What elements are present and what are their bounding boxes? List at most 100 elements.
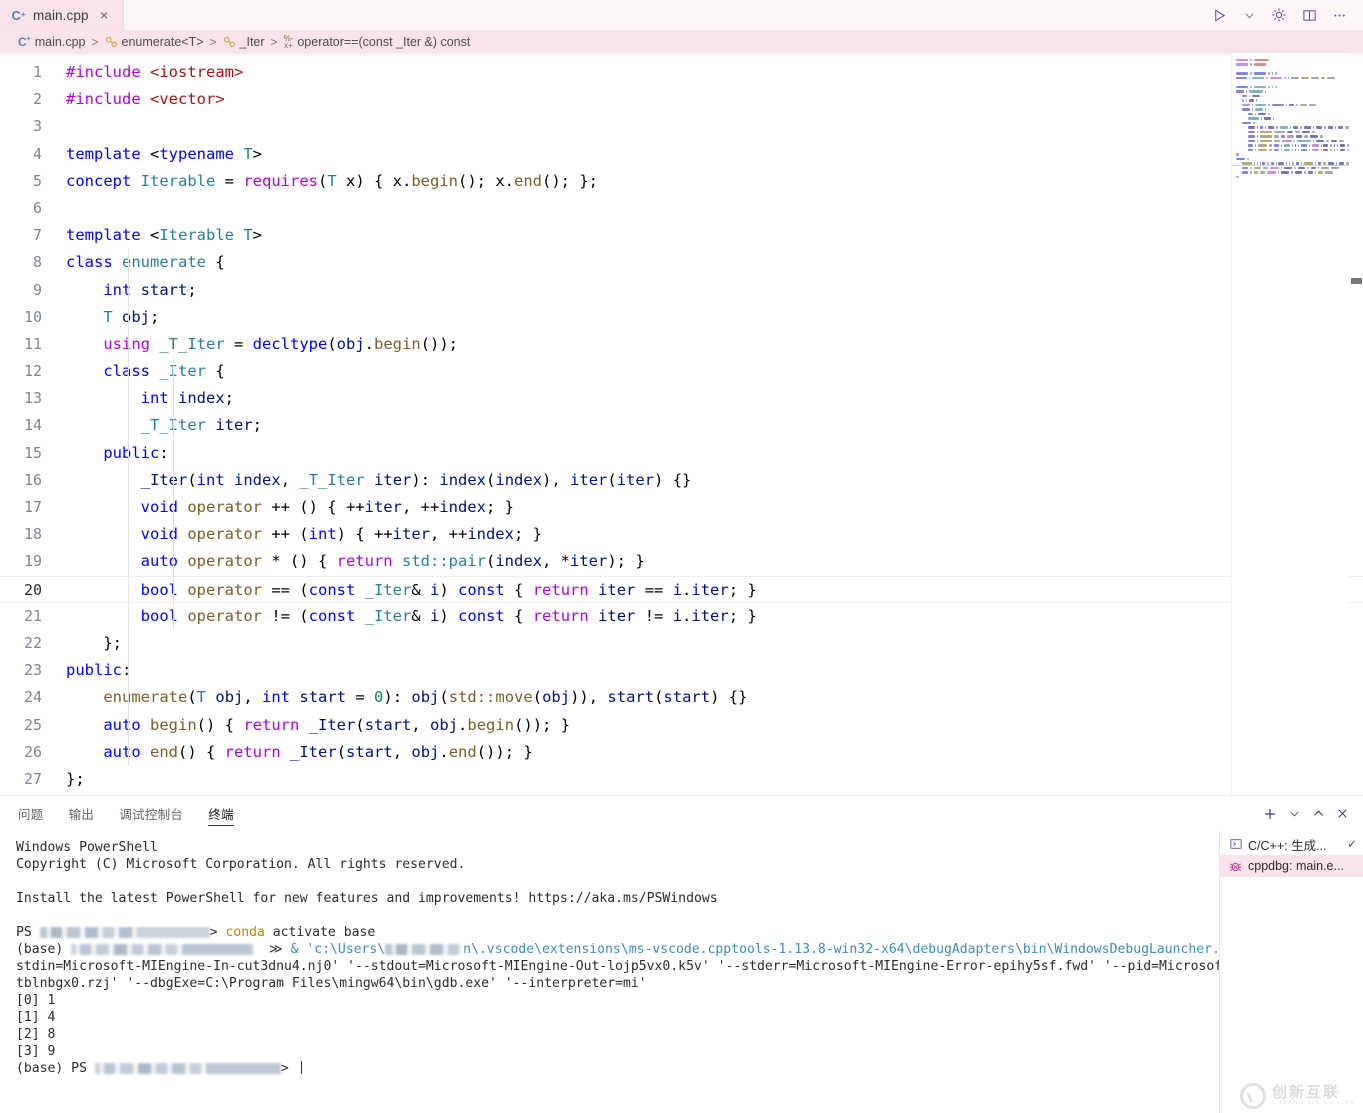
code-line[interactable]: 5 concept Iterable = requires(T x) { x.be… [0, 168, 1363, 195]
code-line[interactable]: 18 void operator ++ (int) { ++iter, ++in… [0, 521, 1363, 548]
code-line[interactable]: 16 _Iter(int index, _T_Iter iter): index… [0, 467, 1363, 494]
tab-terminal[interactable]: 终端 [208, 796, 234, 831]
editor-vertical-scrollbar[interactable] [1349, 53, 1363, 795]
close-panel-icon[interactable] [1331, 803, 1353, 825]
minimap-token [1293, 139, 1295, 143]
redacted-path [71, 944, 254, 955]
code-line[interactable]: 27}; [0, 766, 1363, 793]
code-token: ( [486, 470, 496, 489]
code-token: class [66, 253, 113, 272]
code-line[interactable]: 20 bool operator == (const _Iter& i) con… [0, 575, 1363, 603]
minimap-token [1330, 166, 1339, 170]
minimap-token [1266, 76, 1268, 80]
code-token: T [243, 144, 253, 163]
code-line[interactable]: 26 auto end() { return _Iter(start, obj.… [0, 739, 1363, 766]
minimap-token [1294, 171, 1303, 174]
code-line[interactable]: 12 class _Iter { [0, 358, 1363, 385]
minimap-token [1279, 126, 1289, 129]
code-line[interactable]: 22 }; [0, 630, 1363, 657]
gear-icon[interactable] [1266, 2, 1292, 28]
code-token: ) {} [710, 688, 748, 707]
tab-debug-console[interactable]: 调试控制台 [119, 796, 183, 831]
terminal-list-item-build[interactable]: C/C++: 生成... ✓ [1220, 833, 1363, 855]
terminal-list-item-cppdbg[interactable]: cppdbg: main.e... [1220, 855, 1363, 877]
code-line[interactable]: 6 [0, 195, 1363, 222]
minimap[interactable] [1231, 53, 1349, 795]
maximize-panel-icon[interactable] [1307, 803, 1329, 825]
code-line[interactable]: 11 using _T_Iter = decltype(obj.begin())… [0, 331, 1363, 358]
code-token: , [243, 688, 263, 707]
code-line[interactable]: 1 #include <iostream> [0, 59, 1363, 86]
minimap-token [1242, 171, 1249, 174]
code-line[interactable]: 25 auto begin() { return _Iter(start, ob… [0, 712, 1363, 739]
code-line[interactable]: 15 public: [0, 440, 1363, 467]
code-text: enumerate(T obj, int start = 0): obj(std… [58, 684, 747, 711]
code-line[interactable]: 14 _T_Iter iter; [0, 412, 1363, 439]
code-text: auto end() { return _Iter(start, obj.end… [58, 739, 532, 766]
code-line[interactable]: 21 bool operator != (const _Iter& i) con… [0, 603, 1363, 630]
split-editor-icon[interactable] [1296, 2, 1322, 28]
code-line[interactable]: 3 [0, 113, 1363, 140]
code-line[interactable]: 19 auto operator * () { return std::pair… [0, 548, 1363, 575]
code-line[interactable]: 2 #include <vector> [0, 86, 1363, 113]
code-editor[interactable]: 1 #include <iostream> 2 #include <vector> 3 4… [0, 53, 1363, 795]
code-line[interactable]: 7 template <Iterable T> [0, 222, 1363, 249]
line-number: 13 [23, 389, 42, 408]
minimap-token [1247, 157, 1249, 161]
minimap-token [1299, 103, 1308, 107]
code-line[interactable]: 8 class enumerate { [0, 249, 1363, 276]
terminal-line: Windows PowerShell [16, 839, 1219, 856]
minimap-token [1271, 103, 1284, 107]
code-line[interactable]: 23 public: [0, 657, 1363, 684]
minimap-token [1256, 135, 1258, 138]
code-line[interactable]: 10 T obj; [0, 304, 1363, 331]
breadcrumb-item-class-enumerate[interactable]: enumerate<T> [105, 35, 204, 49]
code-text: #include <iostream> [58, 59, 243, 86]
breadcrumb-item-operator[interactable]: %‑ x+ operator==(const _Iter &) const [283, 34, 471, 50]
terminal-dropdown-icon[interactable] [1283, 803, 1305, 825]
code-line[interactable]: 4 template <typename T> [0, 141, 1363, 168]
chevron-down-icon[interactable] [1236, 2, 1262, 28]
breadcrumb-item-class-iter[interactable]: _Iter [223, 35, 265, 49]
scrollbar-thumb[interactable] [1351, 278, 1362, 284]
close-icon[interactable]: × [96, 7, 113, 24]
minimap-token [1331, 139, 1338, 143]
minimap-token [1340, 144, 1345, 147]
code-token: , [280, 470, 300, 489]
code-text: _T_Iter iter; [58, 412, 262, 439]
indent-guide [128, 657, 129, 767]
code-token: T [243, 226, 253, 245]
run-icon[interactable] [1206, 2, 1232, 28]
new-terminal-icon[interactable] [1259, 803, 1281, 825]
code-line[interactable]: 9 int start; [0, 277, 1363, 304]
breadcrumb-item-file[interactable]: C+ main.cpp [18, 35, 86, 49]
tab-problems[interactable]: 问题 [18, 796, 44, 831]
minimap-token [1316, 139, 1325, 143]
code-token: )), [570, 688, 608, 707]
code-token: ; [187, 280, 197, 299]
code-token: . [439, 742, 449, 761]
operator-icon: %‑ x+ [283, 34, 294, 50]
minimap-slider[interactable] [1232, 165, 1349, 166]
code-token: i [672, 606, 683, 625]
console-icon [1228, 838, 1243, 850]
line-number: 18 [23, 525, 42, 544]
terminal-output[interactable]: Windows PowerShell Copyright (C) Microsof… [0, 831, 1219, 1113]
code-line[interactable]: 13 int index; [0, 385, 1363, 412]
minimap-token [1242, 121, 1252, 125]
minimap-token [1280, 135, 1286, 138]
tab-output[interactable]: 输出 [69, 796, 95, 831]
code-token: { [504, 606, 533, 625]
code-token: return [224, 742, 281, 761]
editor-tab-main-cpp[interactable]: C + main.cpp × [0, 0, 124, 30]
code-line[interactable]: 17 void operator ++ () { ++iter, ++index… [0, 494, 1363, 521]
panel-body: Windows PowerShell Copyright (C) Microsof… [0, 831, 1363, 1113]
code-line[interactable]: 24 enumerate(T obj, int start = 0): obj(… [0, 684, 1363, 711]
ellipsis-icon[interactable] [1326, 2, 1352, 28]
